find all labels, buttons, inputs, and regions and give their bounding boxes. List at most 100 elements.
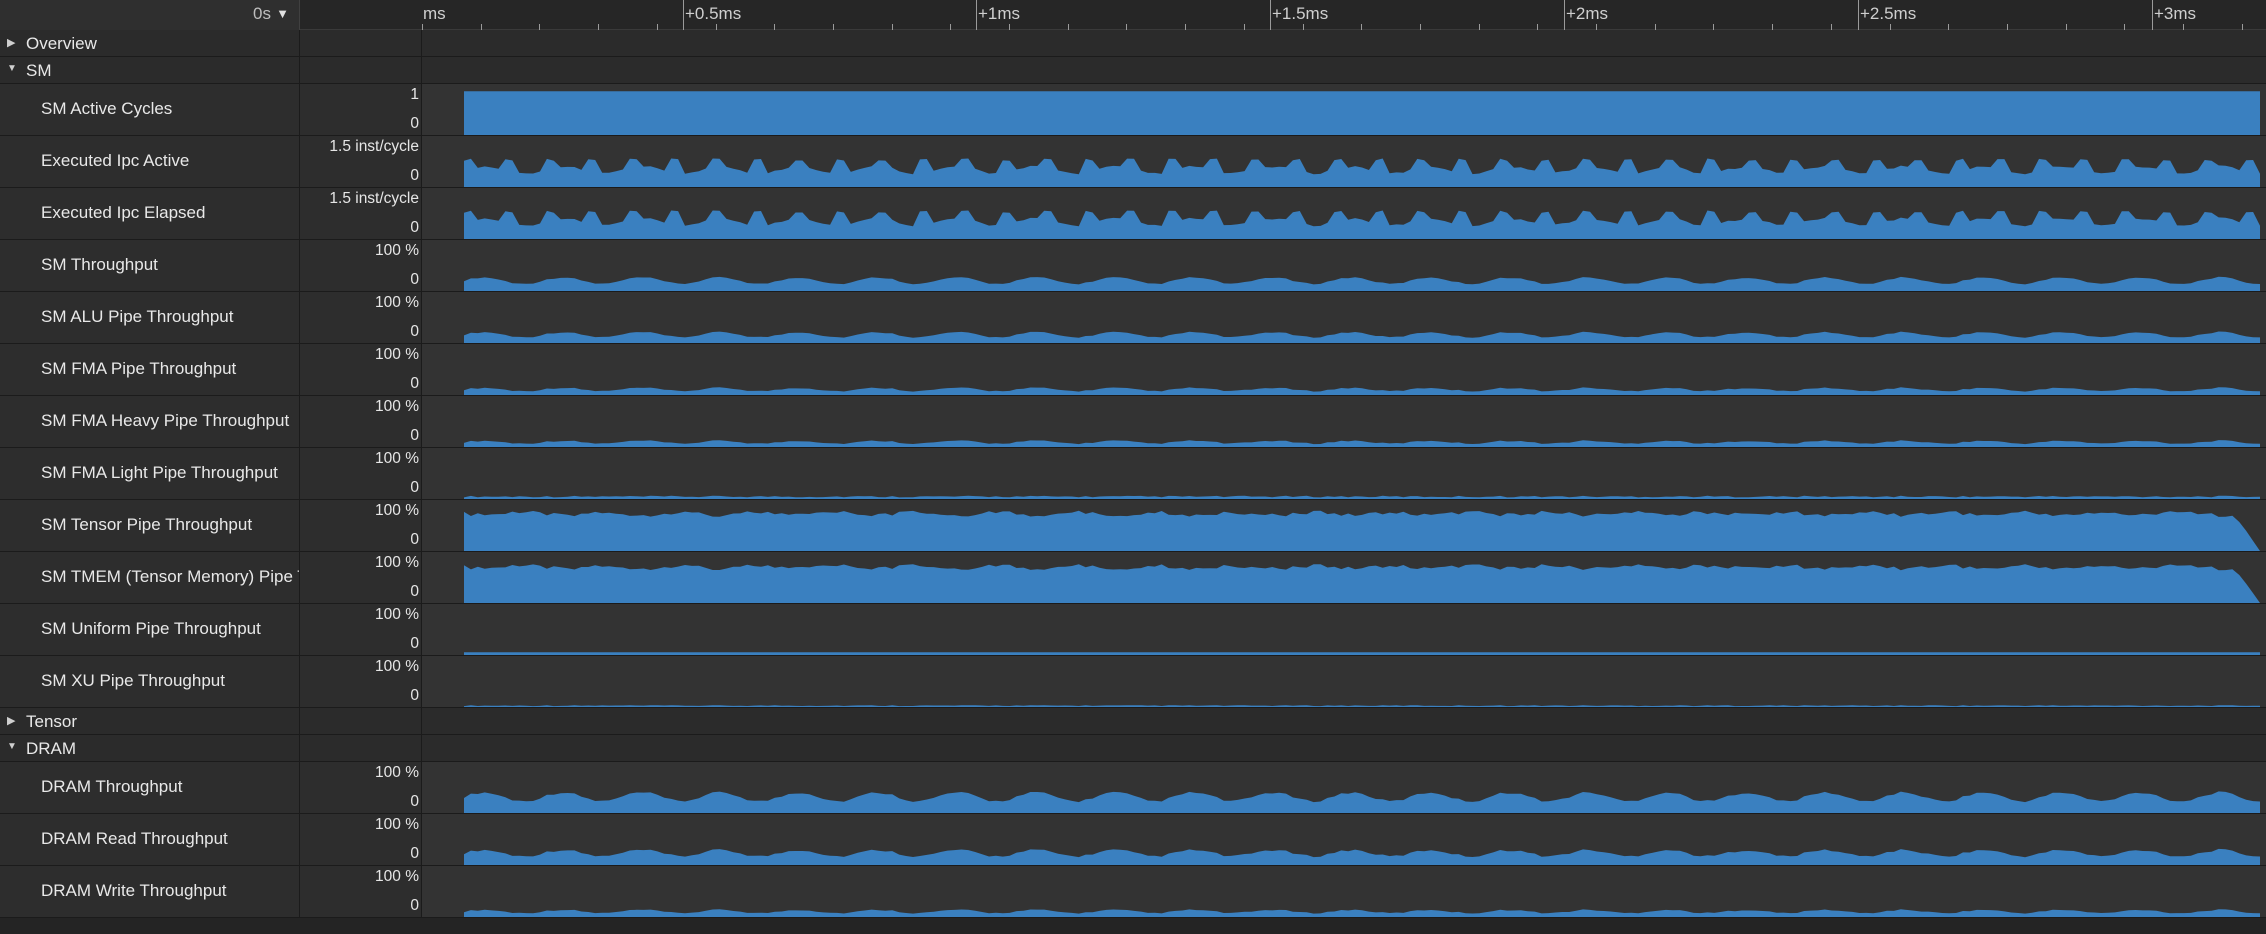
- row-track[interactable]: [422, 866, 2266, 917]
- metric-row-sm-throughput[interactable]: SM Throughput 100 % 0: [0, 240, 2266, 292]
- ruler-tick-label: +2.5ms: [1860, 4, 1917, 23]
- section-row-sm[interactable]: ▼ SM: [0, 57, 2266, 84]
- row-track[interactable]: [422, 188, 2266, 239]
- row-scale-cell: 1.5 inst/cycle 0: [300, 188, 422, 239]
- metric-series-area: [464, 909, 2260, 917]
- metric-graph: [464, 387, 2260, 395]
- row-name-cell: ▼ SM: [0, 57, 300, 83]
- ruler-major-tick: [1564, 0, 1565, 30]
- dropdown-caret-icon: ▼: [276, 6, 289, 21]
- row-track[interactable]: [422, 762, 2266, 813]
- row-scale-cell: 100 % 0: [300, 762, 422, 813]
- row-name-cell: SM FMA Light Pipe Throughput: [0, 448, 300, 499]
- row-track[interactable]: [422, 814, 2266, 865]
- metric-series-area: [464, 652, 2260, 655]
- scale-min-label: 0: [410, 897, 419, 914]
- ruler-tick-label: +0.5ms: [685, 4, 742, 23]
- metric-graph: [464, 210, 2260, 239]
- row-track[interactable]: [422, 552, 2266, 603]
- row-track[interactable]: [422, 604, 2266, 655]
- section-row-overview[interactable]: ▶ Overview: [0, 30, 2266, 57]
- row-track[interactable]: [422, 344, 2266, 395]
- row-name-cell: SM Active Cycles: [0, 84, 300, 135]
- row-scale-cell: 100 % 0: [300, 604, 422, 655]
- scale-max-label: 100 %: [375, 294, 419, 311]
- metric-graph: [464, 158, 2260, 187]
- row-track[interactable]: [422, 30, 2266, 56]
- metric-row-sm-tensor-pipe-throughput[interactable]: SM Tensor Pipe Throughput 100 % 0: [0, 500, 2266, 552]
- row-label: SM Active Cycles: [41, 99, 173, 118]
- scale-max-label: 100 %: [375, 606, 419, 623]
- row-name-cell: ▼ DRAM: [0, 735, 300, 761]
- row-label: Overview: [26, 34, 97, 53]
- row-scale-cell: 100 % 0: [300, 656, 422, 707]
- scale-max-label: 100 %: [375, 450, 419, 467]
- row-label: SM FMA Light Pipe Throughput: [41, 463, 278, 482]
- row-scale-cell: [300, 735, 422, 761]
- metric-row-sm-xu-pipe-throughput[interactable]: SM XU Pipe Throughput 100 % 0: [0, 656, 2266, 708]
- row-track[interactable]: [422, 448, 2266, 499]
- scale-min-label: 0: [410, 219, 419, 236]
- row-label: SM Throughput: [41, 255, 158, 274]
- row-track[interactable]: [422, 656, 2266, 707]
- row-name-cell: Executed Ipc Elapsed: [0, 188, 300, 239]
- metric-row-sm-fma-pipe-throughput[interactable]: SM FMA Pipe Throughput 100 % 0: [0, 344, 2266, 396]
- row-label: SM: [26, 61, 52, 80]
- row-scale-cell: 100 % 0: [300, 396, 422, 447]
- scale-min-label: 0: [410, 323, 419, 340]
- row-track[interactable]: [422, 240, 2266, 291]
- row-name-cell: SM XU Pipe Throughput: [0, 656, 300, 707]
- time-ruler[interactable]: +0.5ms +1ms +1.5ms +2ms +2.5ms +3ms: [422, 0, 2266, 30]
- scale-min-label: 0: [410, 479, 419, 496]
- expand-triangle-icon[interactable]: ▶: [7, 36, 15, 49]
- metric-graph: [464, 510, 2260, 551]
- metric-row-sm-fma-heavy-pipe-throughput[interactable]: SM FMA Heavy Pipe Throughput 100 % 0: [0, 396, 2266, 448]
- metric-row-sm-fma-light-pipe-throughput[interactable]: SM FMA Light Pipe Throughput 100 % 0: [0, 448, 2266, 500]
- scale-min-label: 0: [410, 167, 419, 184]
- scale-max-label: 100 %: [375, 346, 419, 363]
- ruler-tick-label: +1.5ms: [1272, 4, 1329, 23]
- row-track[interactable]: [422, 500, 2266, 551]
- metric-row-executed-ipc-active[interactable]: Executed Ipc Active 1.5 inst/cycle 0: [0, 136, 2266, 188]
- metric-series-area: [464, 158, 2260, 187]
- scale-min-label: 0: [410, 375, 419, 392]
- metric-row-sm-uniform-pipe-throughput[interactable]: SM Uniform Pipe Throughput 100 % 0: [0, 604, 2266, 656]
- row-track[interactable]: [422, 735, 2266, 761]
- scale-min-label: 0: [410, 583, 419, 600]
- row-track[interactable]: [422, 57, 2266, 83]
- metric-row-dram-throughput[interactable]: DRAM Throughput 100 % 0: [0, 762, 2266, 814]
- collapse-triangle-icon[interactable]: ▼: [7, 741, 17, 752]
- metric-row-sm-alu-pipe-throughput[interactable]: SM ALU Pipe Throughput 100 % 0: [0, 292, 2266, 344]
- metric-row-dram-write-throughput[interactable]: DRAM Write Throughput 100 % 0: [0, 866, 2266, 918]
- scale-max-label: 100 %: [375, 554, 419, 571]
- metric-graph: [464, 909, 2260, 917]
- metric-graph: [464, 331, 2260, 343]
- row-scale-cell: 100 % 0: [300, 240, 422, 291]
- ruler-tick-label: +2ms: [1566, 4, 1609, 23]
- row-track[interactable]: [422, 708, 2266, 734]
- ruler-major-tick: [1270, 0, 1271, 30]
- section-row-tensor[interactable]: ▶ Tensor: [0, 708, 2266, 735]
- metric-row-sm-active-cycles[interactable]: SM Active Cycles 1 0: [0, 84, 2266, 136]
- expand-triangle-icon[interactable]: ▶: [7, 714, 15, 727]
- row-track[interactable]: [422, 136, 2266, 187]
- metric-row-dram-read-throughput[interactable]: DRAM Read Throughput 100 % 0: [0, 814, 2266, 866]
- row-track[interactable]: [422, 84, 2266, 135]
- row-label: SM ALU Pipe Throughput: [41, 307, 234, 326]
- time-selector[interactable]: 0s ▼: [0, 0, 300, 30]
- metric-series-area: [464, 791, 2260, 813]
- metric-graph: [464, 791, 2260, 813]
- metric-row-executed-ipc-elapsed[interactable]: Executed Ipc Elapsed 1.5 inst/cycle 0: [0, 188, 2266, 240]
- metric-row-sm-tmem-tensor-memory-pipe-throughput[interactable]: SM TMEM (Tensor Memory) Pipe Throughput1…: [0, 552, 2266, 604]
- scale-min-label: 0: [410, 531, 419, 548]
- metric-series-area: [464, 331, 2260, 343]
- collapse-triangle-icon[interactable]: ▼: [7, 63, 17, 74]
- row-track[interactable]: [422, 292, 2266, 343]
- row-track[interactable]: [422, 396, 2266, 447]
- scale-max-label: 100 %: [375, 398, 419, 415]
- metric-graph: [464, 652, 2260, 655]
- section-row-dram[interactable]: ▼ DRAM: [0, 735, 2266, 762]
- ruler-tick-label: +1ms: [978, 4, 1021, 23]
- row-scale-cell: 100 % 0: [300, 814, 422, 865]
- scale-min-label: 0: [410, 793, 419, 810]
